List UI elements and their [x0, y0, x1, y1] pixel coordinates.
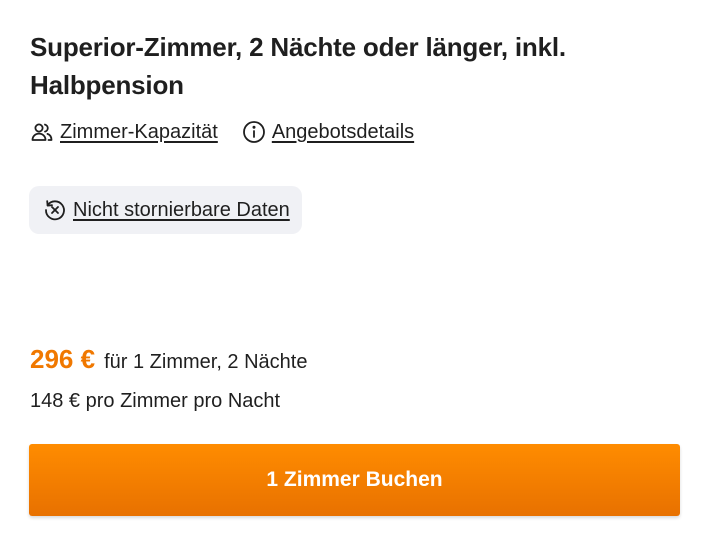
non-refundable-dates-link[interactable]: Nicht stornierbare Daten	[43, 198, 290, 222]
total-price-description: für 1 Zimmer, 2 Nächte	[104, 351, 308, 373]
offer-title: Superior-Zimmer, 2 Nächte oder länger, i…	[30, 32, 566, 100]
price-per-night: 148 € pro Zimmer pro Nacht	[30, 390, 281, 412]
total-price: 296 €	[30, 344, 96, 374]
offer-details-link[interactable]: Angebotsdetails	[242, 120, 414, 144]
info-icon	[242, 120, 266, 144]
book-room-button[interactable]: 1 Zimmer Buchen	[29, 444, 680, 516]
offer-card: Superior-Zimmer, 2 Nächte oder länger, i…	[0, 0, 708, 538]
room-capacity-label: Zimmer-Kapazität	[60, 120, 218, 143]
price-summary: 296 € für 1 Zimmer, 2 Nächte	[30, 344, 307, 380]
offer-details-label: Angebotsdetails	[271, 120, 415, 143]
no-cancel-icon	[43, 198, 67, 222]
people-icon	[30, 120, 54, 144]
non-refundable-dates-label: Nicht stornierbare Daten	[73, 198, 290, 221]
cancellation-chip: Nicht stornierbare Daten	[29, 186, 302, 234]
room-capacity-link[interactable]: Zimmer-Kapazität	[30, 120, 218, 144]
offer-links: Zimmer-Kapazität Angebotsdetails	[30, 118, 414, 146]
